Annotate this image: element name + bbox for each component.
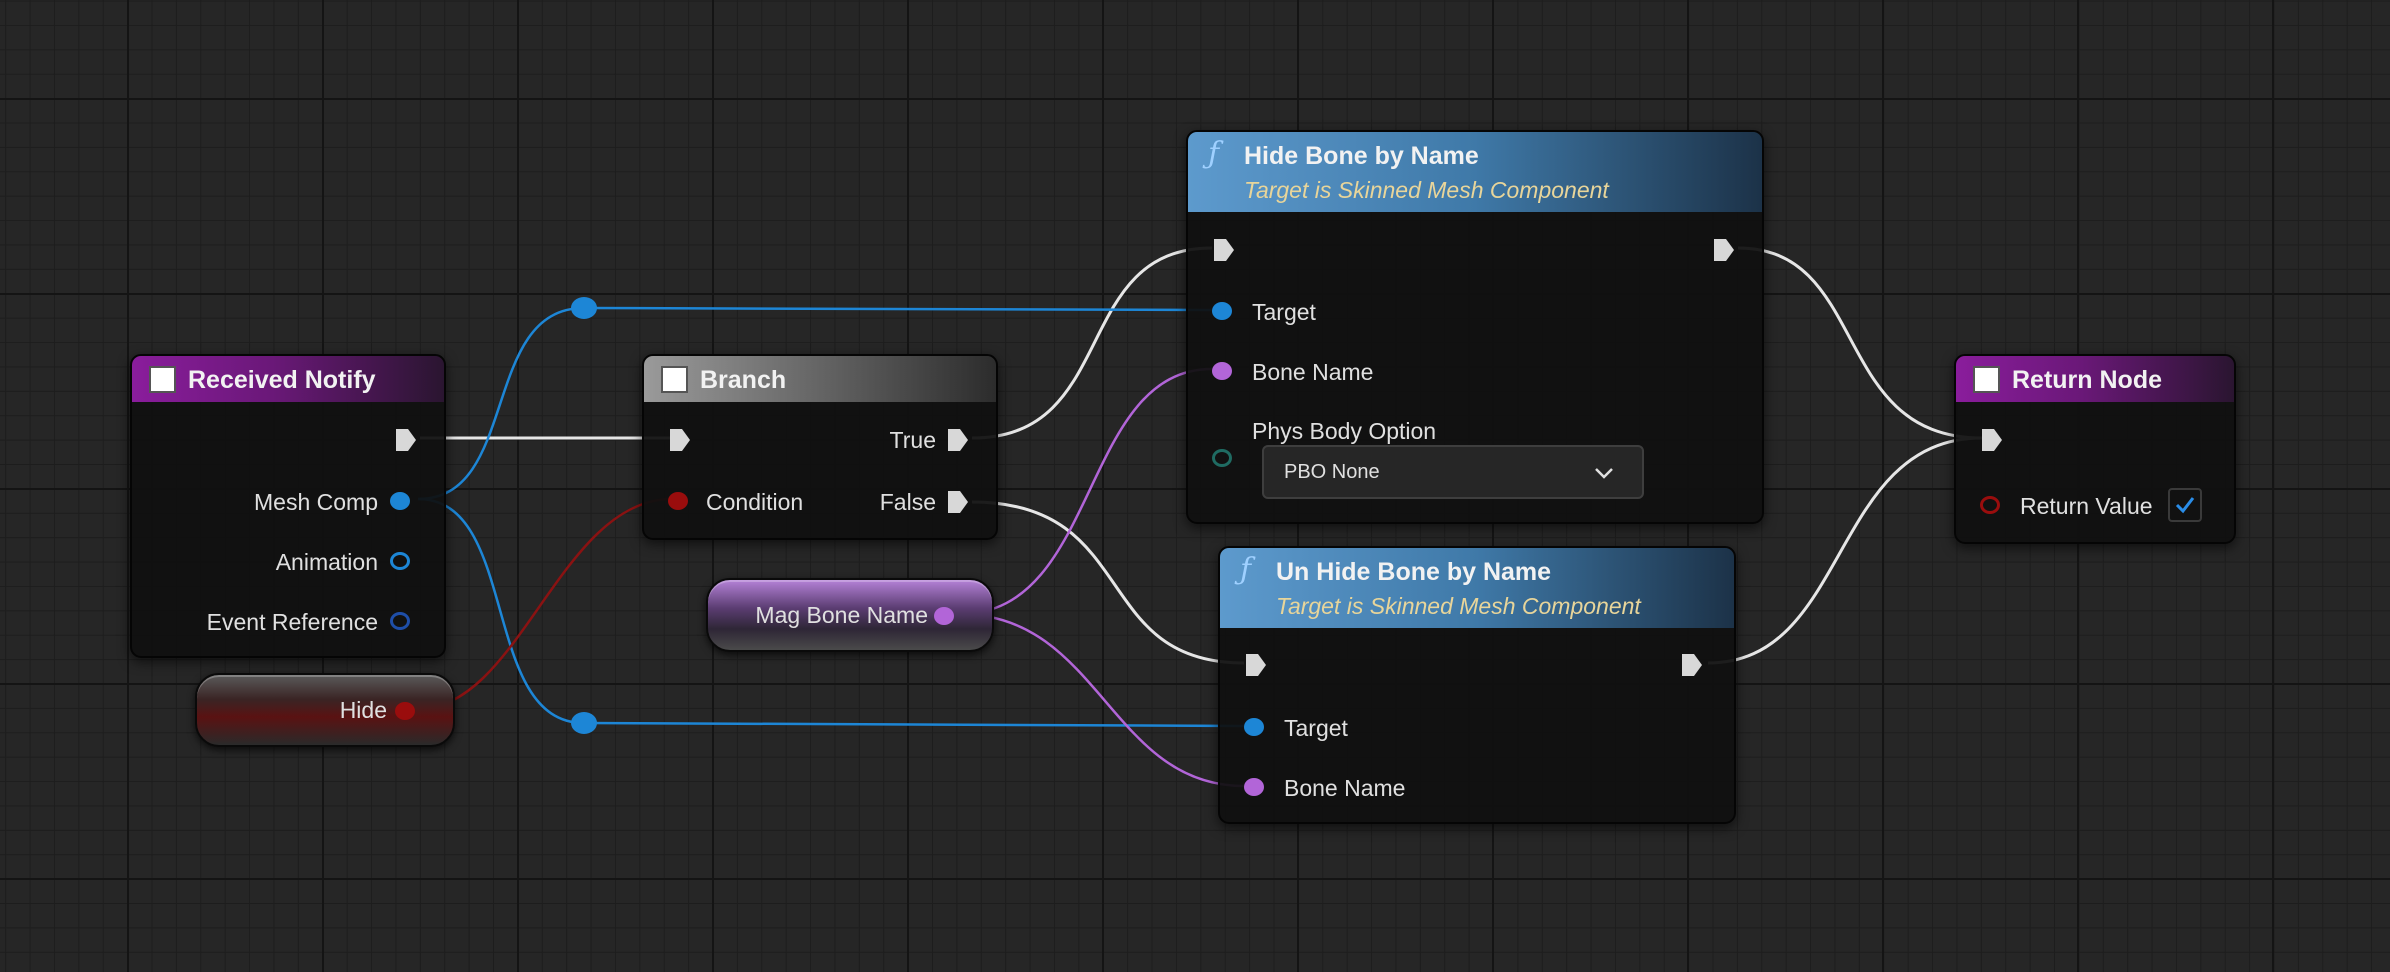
variable-label: Hide — [339, 697, 387, 723]
dropdown-value: PBO None — [1284, 461, 1380, 483]
pin-label-false: False — [879, 489, 936, 515]
node-header: Return Node — [1956, 356, 2234, 402]
pin-label-target: Target — [1284, 715, 1348, 741]
mag-bone-name-variable-node[interactable]: Mag Bone Name — [706, 578, 994, 652]
true-exec-pin[interactable] — [946, 427, 970, 453]
false-exec-pin[interactable] — [946, 489, 970, 515]
condition-pin[interactable] — [668, 492, 688, 510]
pin-label-target: Target — [1252, 299, 1316, 325]
hide-bone-by-name-node[interactable]: ƒ Hide Bone by Name Target is Skinned Me… — [1186, 130, 1764, 524]
checkmark-icon — [2175, 497, 2195, 514]
bool-wire — [417, 497, 673, 711]
target-pin[interactable] — [1212, 302, 1232, 320]
reroute-node[interactable] — [571, 297, 597, 319]
pin-label-true: True — [889, 427, 936, 453]
object-wire — [583, 721, 1245, 728]
chevron-down-icon — [1595, 468, 1613, 479]
exec-wire — [1737, 246, 1983, 440]
event-icon — [149, 366, 176, 393]
exec-out-pin[interactable] — [1680, 652, 1704, 678]
exec-in-pin[interactable] — [1244, 652, 1268, 678]
animation-pin[interactable] — [390, 552, 410, 570]
pin-label-return-value: Return Value — [2020, 493, 2153, 519]
pin-label-condition: Condition — [706, 489, 804, 515]
return-node[interactable]: Return Node Return Value — [1954, 354, 2236, 544]
received-notify-node[interactable]: Received Notify Mesh Comp Animation Even… — [130, 354, 446, 658]
bone-name-pin[interactable] — [1244, 778, 1264, 796]
branch-node[interactable]: Branch Condition True False — [642, 354, 998, 540]
exec-wire — [971, 500, 1245, 665]
exec-wire — [971, 246, 1213, 440]
function-icon: ƒ — [1208, 136, 1220, 171]
pin-label-bone-name: Bone Name — [1252, 359, 1374, 385]
node-title: Received Notify — [188, 366, 376, 394]
pin-label-mesh-comp: Mesh Comp — [254, 489, 378, 515]
exec-in-pin[interactable] — [1980, 427, 2004, 453]
exec-in-pin[interactable] — [668, 427, 692, 453]
event-reference-pin[interactable] — [390, 612, 410, 630]
mesh-comp-pin[interactable] — [390, 492, 410, 510]
node-title: Branch — [700, 366, 787, 394]
function-icon: ƒ — [1240, 552, 1252, 587]
return-icon — [1973, 366, 2000, 393]
exec-in-pin[interactable] — [1212, 237, 1236, 263]
node-subtitle: Target is Skinned Mesh Component — [1244, 177, 1609, 203]
node-title: Un Hide Bone by Name — [1276, 558, 1552, 586]
node-header: Received Notify — [132, 356, 444, 402]
target-pin[interactable] — [1244, 718, 1264, 736]
exec-out-pin[interactable] — [394, 427, 418, 453]
phys-body-option-pin[interactable] — [1212, 449, 1232, 467]
node-title: Hide Bone by Name — [1244, 142, 1479, 170]
pin-label-phys-body-option: Phys Body Option — [1252, 418, 1437, 444]
un-hide-bone-by-name-node[interactable]: ƒ Un Hide Bone by Name Target is Skinned… — [1218, 546, 1736, 824]
pin-label-animation: Animation — [275, 549, 378, 575]
object-wire — [583, 306, 1213, 312]
phys-body-option-dropdown[interactable]: PBO None — [1262, 445, 1644, 499]
branch-icon — [661, 366, 688, 393]
node-header: ƒ Un Hide Bone by Name Target is Skinned… — [1220, 548, 1734, 628]
hide-bool-pin[interactable] — [395, 702, 415, 720]
node-header: ƒ Hide Bone by Name Target is Skinned Me… — [1188, 132, 1762, 212]
node-title: Return Node — [2012, 366, 2162, 394]
reroute-node[interactable] — [571, 712, 597, 734]
return-value-checkbox[interactable] — [2168, 488, 2202, 522]
variable-label: Mag Bone Name — [755, 602, 928, 628]
node-header: Branch — [644, 356, 996, 402]
exec-out-pin[interactable] — [1712, 237, 1736, 263]
name-wire — [959, 612, 1245, 788]
hide-variable-node[interactable]: Hide — [195, 673, 455, 747]
return-value-pin[interactable] — [1980, 496, 2000, 514]
node-subtitle: Target is Skinned Mesh Component — [1276, 593, 1641, 619]
pin-label-bone-name: Bone Name — [1284, 775, 1406, 801]
mag-bone-name-pin[interactable] — [934, 607, 954, 625]
bone-name-pin[interactable] — [1212, 362, 1232, 380]
pin-label-event-reference: Event Reference — [206, 609, 378, 635]
